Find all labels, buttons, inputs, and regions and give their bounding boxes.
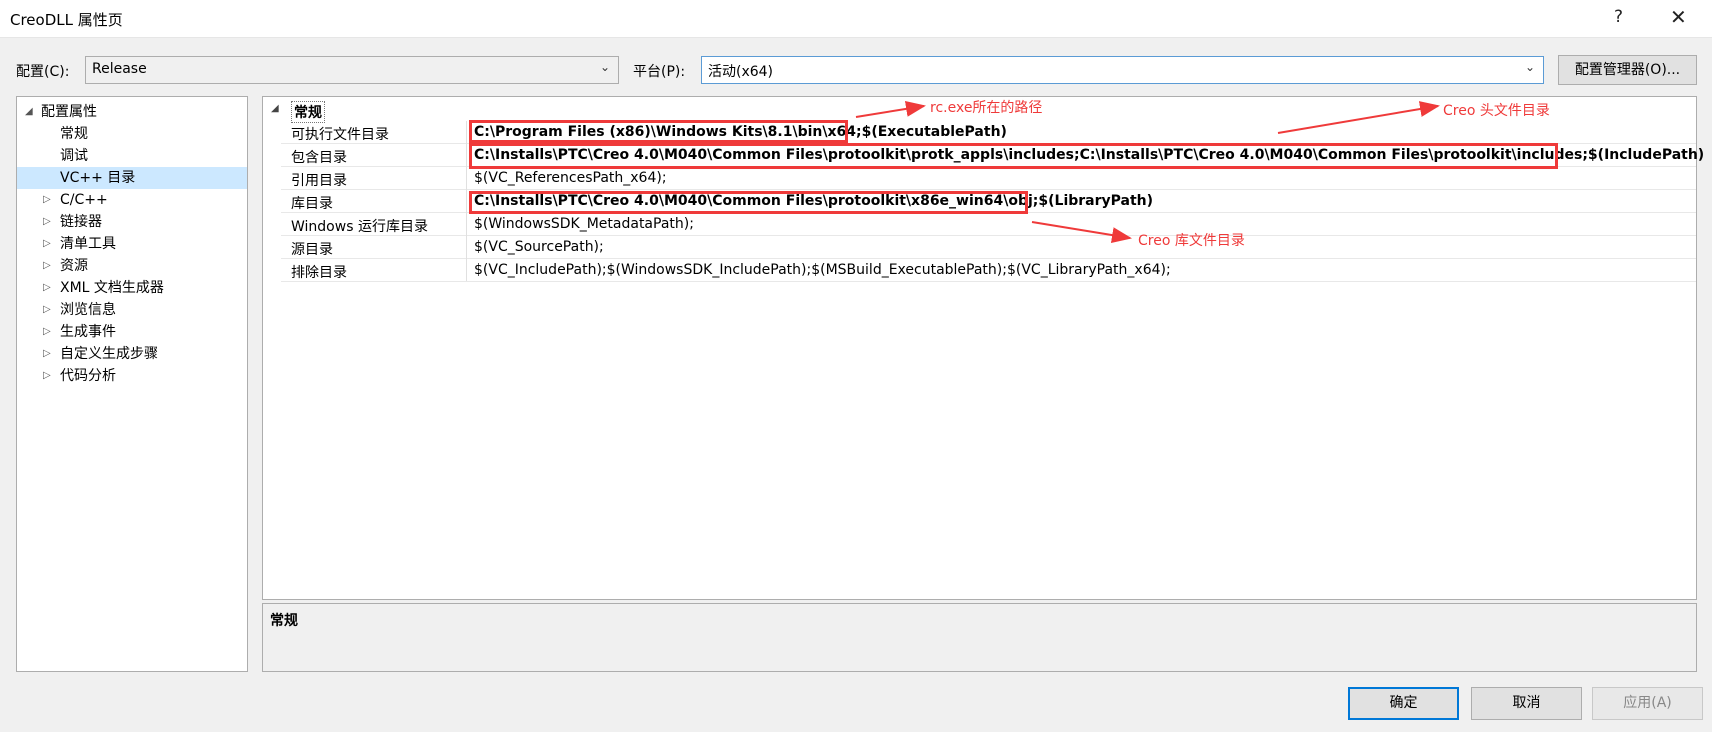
collapsed-arrow-icon[interactable]: ▷ — [43, 255, 51, 277]
collapsed-arrow-icon[interactable]: ▷ — [43, 277, 51, 299]
property-name: 包含目录 — [291, 150, 347, 166]
property-value[interactable]: $(VC_ReferencesPath_x64); — [474, 170, 667, 186]
property-row[interactable]: 库目录 C:\Installs\PTC\Creo 4.0\M040\Common … — [281, 190, 1696, 213]
description-title: 常规 — [270, 613, 298, 629]
tree-item[interactable]: ▷ 生成事件 — [17, 321, 247, 343]
annotation-rc-path: rc.exe所在的路径 — [930, 100, 1043, 116]
property-name: 排除目录 — [291, 265, 347, 281]
tree-item-label: 链接器 — [60, 214, 102, 230]
tree-root-label: 配置属性 — [41, 104, 97, 120]
collapsed-arrow-icon[interactable]: ▷ — [43, 343, 51, 365]
cancel-button[interactable]: 取消 — [1471, 687, 1582, 720]
tree-item-label: 自定义生成步骤 — [60, 346, 158, 362]
tree-item[interactable]: 常规 — [17, 123, 247, 145]
tree-item-label: 资源 — [60, 258, 88, 274]
property-value[interactable]: $(WindowsSDK_MetadataPath); — [474, 216, 694, 232]
tree-item[interactable]: ▷ 浏览信息 — [17, 299, 247, 321]
title-bar: CreoDLL 属性页 ? ✕ — [0, 0, 1712, 38]
config-dropdown[interactable]: Release ⌄ — [85, 56, 619, 84]
apply-button[interactable]: 应用(A) — [1592, 687, 1703, 720]
column-divider[interactable] — [466, 121, 467, 281]
close-icon[interactable]: ✕ — [1670, 5, 1687, 29]
tree-item[interactable]: 调试 — [17, 145, 247, 167]
collapsed-arrow-icon[interactable]: ▷ — [43, 189, 51, 211]
collapsed-arrow-icon[interactable]: ▷ — [43, 365, 51, 387]
tree-item[interactable]: ▷ 资源 — [17, 255, 247, 277]
property-row[interactable]: 排除目录 $(VC_IncludePath);$(WindowsSDK_Inclu… — [281, 259, 1696, 282]
property-value[interactable]: C:\Installs\PTC\Creo 4.0\M040\Common Fil… — [474, 147, 1704, 163]
property-grid: ◢ 常规 可执行文件目录 C:\Program Files (x86)\Windo… — [262, 96, 1704, 600]
tree-item[interactable]: ▷ 链接器 — [17, 211, 247, 233]
property-value[interactable]: $(VC_IncludePath);$(WindowsSDK_IncludePa… — [474, 262, 1171, 278]
property-value[interactable]: C:\Program Files (x86)\Windows Kits\8.1\… — [474, 124, 1007, 140]
tree-item[interactable]: ▷ 代码分析 — [17, 365, 247, 387]
expanded-arrow-icon: ◢ — [25, 106, 33, 117]
config-tree: ◢ 配置属性 常规调试 VC++ 目录 ▷ C/C++ ▷ 链接器 ▷ 清单工具 ▷ 资源 ▷ XML… — [16, 96, 248, 672]
platform-dropdown[interactable]: 活动(x64) ⌄ — [701, 56, 1544, 84]
tree-item-label: 浏览信息 — [60, 302, 116, 318]
tree-item[interactable]: ▷ 清单工具 — [17, 233, 247, 255]
tree-item-label: 代码分析 — [60, 368, 116, 384]
tree-item-label: XML 文档生成器 — [60, 280, 164, 296]
platform-value: 活动(x64) — [708, 64, 774, 80]
expanded-arrow-icon: ◢ — [271, 103, 279, 114]
platform-label: 平台(P): — [633, 64, 686, 80]
property-row[interactable]: 包含目录 C:\Installs\PTC\Creo 4.0\M040\Common… — [281, 144, 1704, 167]
property-name: 引用目录 — [291, 173, 347, 189]
collapsed-arrow-icon[interactable]: ▷ — [43, 211, 51, 233]
config-label: 配置(C): — [16, 64, 70, 80]
annotation-creo-header: Creo 头文件目录 — [1443, 103, 1550, 119]
property-name: 可执行文件目录 — [291, 127, 389, 143]
category-label: 常规 — [291, 101, 325, 123]
property-row[interactable]: 可执行文件目录 C:\Program Files (x86)\Windows Ki… — [281, 121, 1696, 144]
description-panel: 常规 — [262, 603, 1697, 672]
property-row[interactable]: 引用目录 $(VC_ReferencesPath_x64); — [281, 167, 1696, 190]
collapsed-arrow-icon[interactable]: ▷ — [43, 233, 51, 255]
annotation-creo-lib: Creo 库文件目录 — [1138, 233, 1245, 249]
tree-item-label: 清单工具 — [60, 236, 116, 252]
tree-root[interactable]: ◢ 配置属性 — [17, 101, 247, 123]
property-row[interactable]: Windows 运行库目录 $(WindowsSDK_MetadataPath); — [281, 213, 1696, 236]
tree-item-label: C/C++ — [60, 192, 108, 208]
tree-item[interactable]: ▷ 自定义生成步骤 — [17, 343, 247, 365]
collapsed-arrow-icon[interactable]: ▷ — [43, 321, 51, 343]
tree-item[interactable]: ▷ C/C++ — [17, 189, 247, 211]
property-value[interactable]: $(VC_SourcePath); — [474, 239, 604, 255]
tree-item-label: VC++ 目录 — [60, 170, 136, 186]
property-name: 源目录 — [291, 242, 333, 258]
tree-item-label: 调试 — [60, 148, 88, 164]
property-name: Windows 运行库目录 — [291, 219, 428, 235]
property-row[interactable]: 源目录 $(VC_SourcePath); — [281, 236, 1696, 259]
collapsed-arrow-icon[interactable]: ▷ — [43, 299, 51, 321]
chevron-down-icon: ⌄ — [599, 60, 610, 74]
ok-button[interactable]: 确定 — [1348, 687, 1459, 720]
tree-item-label: 常规 — [60, 126, 88, 142]
tree-item-label: 生成事件 — [60, 324, 116, 340]
chevron-down-icon: ⌄ — [1524, 60, 1535, 74]
help-icon[interactable]: ? — [1614, 7, 1623, 27]
property-name: 库目录 — [291, 196, 333, 212]
property-value[interactable]: C:\Installs\PTC\Creo 4.0\M040\Common Fil… — [474, 193, 1153, 209]
config-manager-button[interactable]: 配置管理器(O)... — [1558, 55, 1697, 85]
window-title: CreoDLL 属性页 — [10, 11, 123, 29]
config-value: Release — [92, 61, 147, 77]
tree-item[interactable]: ▷ XML 文档生成器 — [17, 277, 247, 299]
tree-item[interactable]: VC++ 目录 — [17, 167, 247, 189]
